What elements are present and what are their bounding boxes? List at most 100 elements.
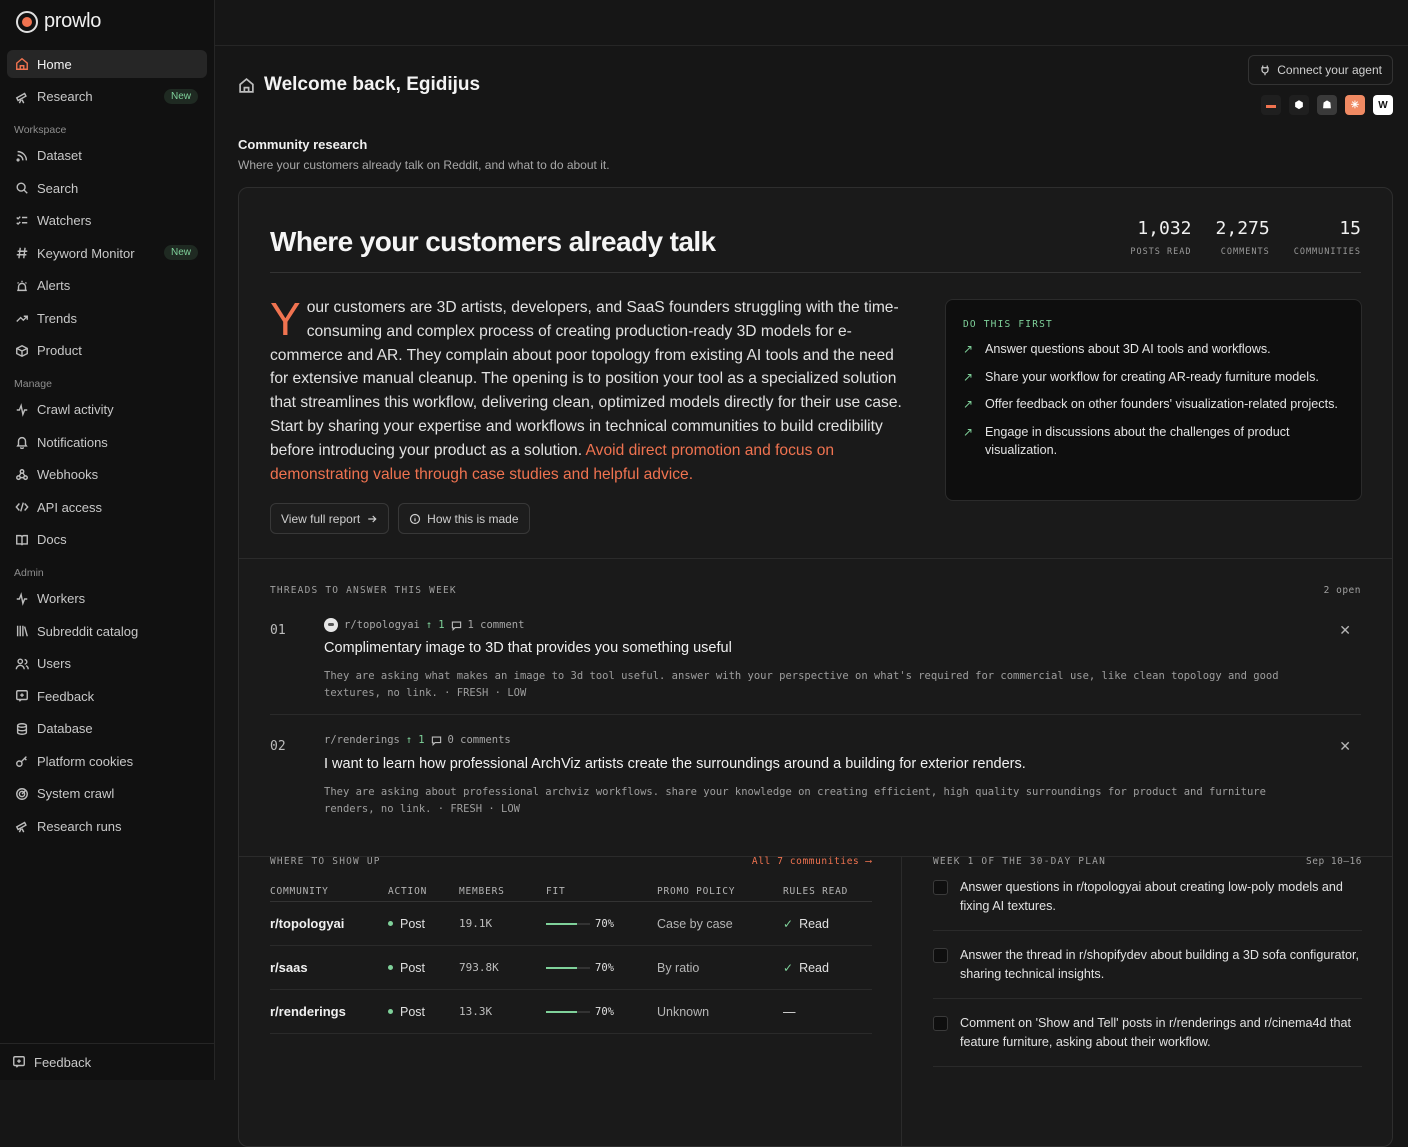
sidebar-item-label: Notifications [37,435,108,450]
stat-comments: 2,275COMMENTS [1216,218,1270,257]
community-name[interactable]: r/renderings [270,1004,388,1019]
sidebar-item-subreddit-catalog[interactable]: Subreddit catalog [7,617,207,645]
app-name: prowlo [44,10,101,33]
threads-open-count: 2 open [1324,585,1361,596]
thread-item[interactable]: 02r/renderings↑10 commentsI want to lear… [270,734,1361,834]
sidebar-item-system-crawl[interactable]: System crawl [7,780,207,808]
section-title: Community research [238,137,367,152]
thread-title[interactable]: I want to learn how professional ArchViz… [324,756,1026,772]
table-row[interactable]: r/saasPost793.8K70%By ratio✓Read [270,946,872,990]
thread-item[interactable]: 01r/topologyai↑11 commentComplimentary i… [270,618,1361,718]
sidebar-feedback-button[interactable]: Feedback [0,1043,214,1080]
upvote-icon: ↑ [426,619,432,631]
sidebar-item-product[interactable]: Product [7,337,207,365]
sidebar-item-label: API access [37,500,102,515]
sidebar-item-label: Product [37,343,82,358]
sidebar-item-trends[interactable]: Trends [7,304,207,332]
do-first-item: ↗Engage in discussions about the challen… [963,423,1344,460]
community-members: 19.1K [459,917,546,930]
plan-item-text: Answer questions in r/topologyai about c… [960,878,1362,915]
promo-policy: Unknown [657,1005,783,1019]
stat-value: 1,032 [1130,218,1191,239]
key-icon [14,753,30,769]
sidebar-item-home[interactable]: Home [7,50,207,78]
sidebar-item-label: Feedback [37,689,94,704]
plan-item: Answer questions in r/topologyai about c… [933,878,1362,931]
thread-title[interactable]: Complimentary image to 3D that provides … [324,640,732,656]
do-first-text: Share your workflow for creating AR-read… [985,368,1319,387]
dismiss-thread-close-icon[interactable]: ✕ [1339,622,1351,639]
home-icon [238,77,255,94]
rules-read: ✓Read [783,961,872,975]
sidebar-section-title: Admin [14,567,214,579]
upvote-icon: ↑ [406,734,412,746]
do-first-item: ↗Offer feedback on other founders' visua… [963,395,1344,414]
communities-table: COMMUNITYACTIONMEMBERSFITPROMO POLICYRUL… [270,882,872,1034]
plan-checkbox[interactable] [933,880,948,895]
sidebar-item-label: Home [37,57,72,72]
sidebar-item-api-access[interactable]: API access [7,493,207,521]
column-header: FIT [546,886,657,897]
sidebar-item-keyword-monitor[interactable]: Keyword MonitorNew [7,239,207,267]
table-row[interactable]: r/renderingsPost13.3K70%Unknown— [270,990,872,1034]
sidebar-item-notifications[interactable]: Notifications [7,428,207,456]
sidebar-item-workers[interactable]: Workers [7,585,207,613]
users-icon [14,656,30,672]
sidebar-feedback-label: Feedback [34,1055,91,1070]
status-dot [388,921,393,926]
research-report-card: Where your customers already talk 1,032P… [238,187,1393,1147]
fit-value: 70% [595,1006,614,1018]
how-this-is-made-button[interactable]: How this is made [398,503,529,534]
fit-bar [546,967,590,969]
column-header: MEMBERS [459,886,546,897]
promo-policy: Case by case [657,917,783,931]
cube-agent-icon[interactable]: ⬢ [1289,95,1309,115]
sidebar-item-research-runs[interactable]: Research runs [7,812,207,840]
view-full-report-button[interactable]: View full report [270,503,389,534]
table-row[interactable]: r/topologyaiPost19.1K70%Case by case✓Rea… [270,902,872,946]
sidebar-item-docs[interactable]: Docs [7,526,207,554]
connect-agent-button[interactable]: Connect your agent [1248,55,1393,85]
app-logo[interactable]: prowlo [16,10,101,33]
robot-agent-icon[interactable]: ☗ [1317,95,1337,115]
sidebar-item-research[interactable]: ResearchNew [7,83,207,111]
sidebar-item-label: Users [37,656,71,671]
check-icon: ✓ [783,961,793,975]
sidebar-item-feedback[interactable]: Feedback [7,682,207,710]
sidebar-item-label: Webhooks [37,467,98,482]
sidebar-item-crawl-activity[interactable]: Crawl activity [7,396,207,424]
community-action: Post [388,961,459,975]
sidebar-item-database[interactable]: Database [7,715,207,743]
sidebar-item-users[interactable]: Users [7,650,207,678]
all-communities-link[interactable]: All 7 communities ⟶ [752,856,872,867]
plan-checkbox[interactable] [933,948,948,963]
sidebar-item-dataset[interactable]: Dataset [7,142,207,170]
sidebar-item-alerts[interactable]: Alerts [7,272,207,300]
plan-title: WEEK 1 OF THE 30-DAY PLAN [933,856,1362,867]
activity-icon [14,591,30,607]
thread-subreddit[interactable]: r/topologyai [344,619,420,631]
rules-read-label: — [783,1005,796,1019]
plan-item-text: Answer the thread in r/shopifydev about … [960,946,1362,983]
stat-posts-read: 1,032POSTS READ [1130,218,1191,257]
community-name[interactable]: r/saas [270,960,388,975]
telescope-icon [14,818,30,834]
sofa-agent-icon[interactable]: ▬ [1261,95,1281,115]
sidebar-item-platform-cookies[interactable]: Platform cookies [7,747,207,775]
sparkle-agent-icon[interactable]: ✳ [1345,95,1365,115]
sidebar-item-webhooks[interactable]: Webhooks [7,461,207,489]
community-name[interactable]: r/topologyai [270,916,388,931]
plan-checkbox[interactable] [933,1016,948,1031]
thread-meta: r/topologyai↑11 comment [324,618,524,632]
hash-icon [14,245,30,261]
dismiss-thread-close-icon[interactable]: ✕ [1339,738,1351,755]
sidebar-section-title: Manage [14,378,214,390]
sidebar-item-watchers[interactable]: Watchers [7,207,207,235]
rules-read: ✓Read [783,917,872,931]
thread-subreddit[interactable]: r/renderings [324,734,400,746]
windsurf-agent-icon[interactable]: W [1373,95,1393,115]
sidebar-item-label: Docs [37,532,67,547]
do-this-first-title: DO THIS FIRST [963,319,1344,330]
main-content: Welcome back, Egidijus Connect your agen… [215,47,1408,1080]
sidebar-item-search[interactable]: Search [7,174,207,202]
